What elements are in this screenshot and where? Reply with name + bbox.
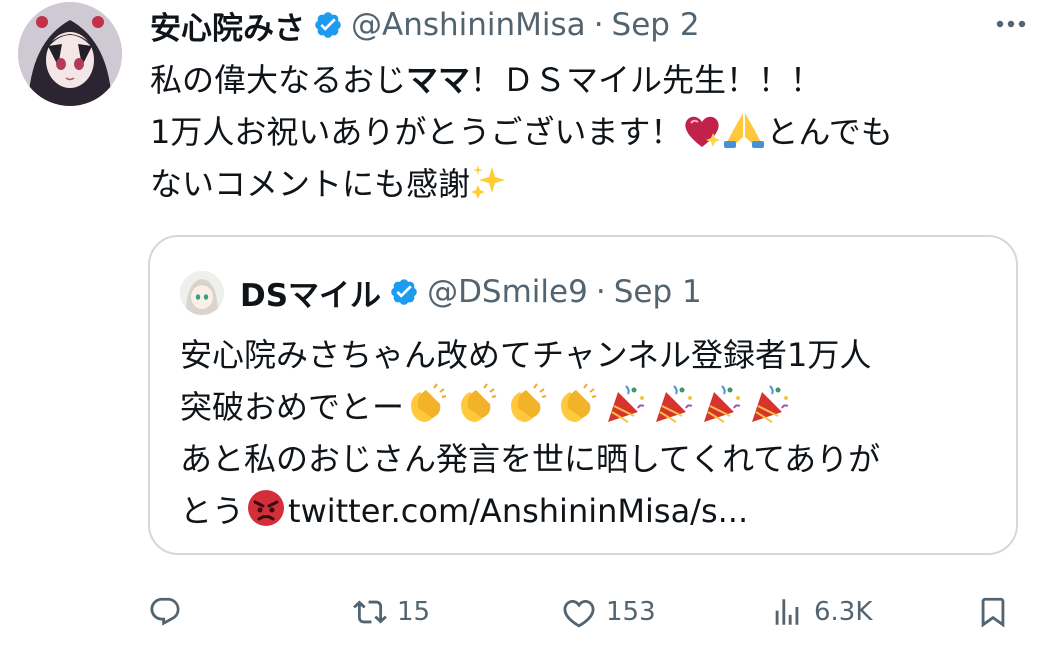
folded-hands-emoji bbox=[722, 111, 766, 164]
quoted-tweet-date[interactable]: Sep 1 bbox=[614, 274, 702, 310]
sparkling-heart-emoji bbox=[682, 112, 722, 164]
tweet-header: 安心院みさ @AnshininMisa · Sep 2 bbox=[150, 2, 700, 48]
quoted-tweet-link[interactable]: twitter.com/AnshininMisa/s... bbox=[288, 492, 748, 530]
quoted-text-line-4: とう twitter.com/AnshininMisa/s... bbox=[180, 485, 1010, 537]
tweet-text: 私の偉大なるおじママ！ＤＳマイル先生！！！ 1万人お祝いありがとうございます！と… bbox=[150, 54, 1030, 210]
quoted-author-handle[interactable]: @DSmile9 bbox=[427, 274, 588, 310]
author-avatar[interactable] bbox=[18, 2, 122, 106]
bookmark-button[interactable] bbox=[976, 585, 1010, 639]
retweet-icon bbox=[353, 600, 387, 624]
quoted-tweet-header: DSマイル @DSmile9 · Sep 1 bbox=[240, 269, 702, 315]
party-popper-emoji bbox=[604, 382, 800, 439]
quoted-text-line-3: あと私のおじさん発言を世に晒してくれてありが bbox=[180, 440, 881, 478]
heart-icon bbox=[563, 599, 595, 628]
quoted-tweet[interactable]: DSマイル @DSmile9 · Sep 1 安心院みさちゃん改めてチャンネル登… bbox=[148, 235, 1018, 555]
like-button[interactable]: 153 bbox=[562, 585, 656, 639]
like-count: 153 bbox=[606, 597, 656, 627]
reply-button[interactable] bbox=[148, 585, 192, 639]
author-name[interactable]: 安心院みさ bbox=[150, 3, 305, 48]
quoted-author-avatar[interactable] bbox=[180, 271, 224, 315]
tweet-date[interactable]: Sep 2 bbox=[612, 7, 700, 43]
more-icon[interactable] bbox=[989, 4, 1033, 44]
views-button[interactable]: 6.3K bbox=[770, 585, 872, 639]
tweet: 安心院みさ @AnshininMisa · Sep 2 私の偉大なるおじママ！Ｄ… bbox=[0, 0, 1057, 651]
sparkles-emoji bbox=[470, 163, 508, 216]
separator-dot: · bbox=[595, 274, 606, 310]
verified-badge-icon bbox=[315, 12, 341, 38]
tweet-text-line-2: 1万人お祝いありがとうございます！ とんでも bbox=[150, 106, 1030, 158]
tweet-text-line-1: 私の偉大なるおじママ！ＤＳマイル先生！！！ bbox=[150, 61, 823, 99]
retweet-button[interactable]: 15 bbox=[353, 585, 430, 639]
views-icon bbox=[775, 599, 799, 625]
bookmark-icon bbox=[981, 597, 1005, 628]
verified-badge-icon bbox=[391, 279, 417, 305]
reply-icon bbox=[150, 597, 180, 626]
clapping-hands-emoji bbox=[404, 382, 604, 439]
tweet-text-line-3: ないコメントにも感謝 bbox=[150, 158, 1030, 210]
quoted-text-line-2: 突破おめでとー bbox=[180, 381, 1010, 433]
quoted-text-line-1: 安心院みさちゃん改めてチャンネル登録者1万人 bbox=[180, 336, 872, 374]
action-bar: 15 153 6.3K bbox=[148, 585, 1028, 639]
views-count: 6.3K bbox=[814, 597, 873, 627]
separator-dot: · bbox=[593, 7, 604, 43]
retweet-count: 15 bbox=[397, 597, 431, 627]
author-handle[interactable]: @AnshininMisa bbox=[351, 7, 586, 43]
quoted-tweet-text: 安心院みさちゃん改めてチャンネル登録者1万人 突破おめでとー あと私のおじさん発… bbox=[180, 329, 1010, 537]
quoted-author-name[interactable]: DSマイル bbox=[240, 270, 381, 315]
angry-face-emoji bbox=[244, 488, 288, 543]
